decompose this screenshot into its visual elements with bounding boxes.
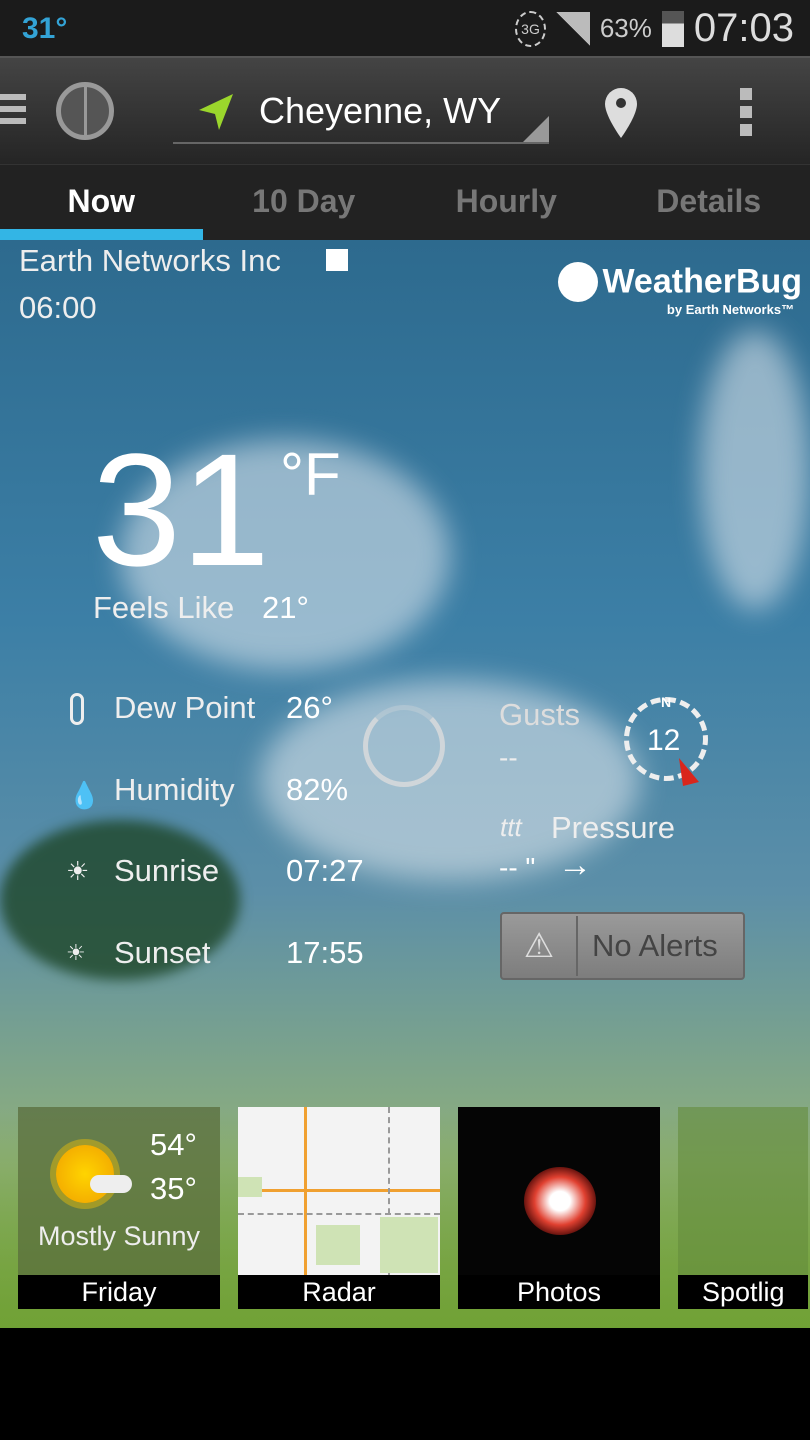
- wind-compass: N 12: [624, 694, 708, 786]
- overflow-menu-icon[interactable]: [740, 88, 752, 136]
- battery-icon: [661, 10, 684, 47]
- stat-value: 26°: [286, 690, 333, 725]
- loading-spinner: [363, 705, 445, 787]
- weatherbug-brand-logo: WeatherBug by Earth Networks™: [558, 262, 802, 317]
- photo-thumbnail: [524, 1167, 596, 1235]
- brand-name: WeatherBug: [602, 262, 803, 301]
- tile-spotlight[interactable]: Spotlig: [678, 1107, 808, 1309]
- tab-10-day[interactable]: 10 Day: [203, 165, 406, 240]
- stat-value: 82%: [286, 772, 349, 807]
- tile-forecast[interactable]: 54° 35° Mostly Sunny Friday: [18, 1107, 220, 1309]
- status-temperature: 31°: [22, 12, 68, 45]
- stat-label: Sunrise: [114, 853, 220, 888]
- location-name: Cheyenne, WY: [259, 90, 502, 131]
- cloud-icon: [90, 1175, 132, 1193]
- forecast-high: 54°: [150, 1127, 197, 1162]
- temperature-unit: °F: [280, 441, 341, 508]
- tab-hourly[interactable]: Hourly: [405, 165, 608, 240]
- tab-now[interactable]: Now: [0, 165, 203, 240]
- compass-north: N: [661, 694, 672, 710]
- status-bar: 31° 3G 63% 07:03: [0, 0, 810, 56]
- gusts-value: --: [499, 742, 518, 773]
- forecast-low: 35°: [150, 1171, 197, 1206]
- map-pin-icon[interactable]: [604, 88, 638, 138]
- tile-caption: Spotlig: [678, 1275, 808, 1309]
- tile-caption: Radar: [238, 1275, 440, 1309]
- signal-icon: [555, 11, 590, 46]
- forecast-condition: Mostly Sunny: [37, 1221, 201, 1251]
- thermometer-icon: [70, 693, 84, 725]
- sunrise-icon: ☀: [66, 856, 90, 886]
- data-source[interactable]: Earth Networks Inc: [19, 243, 281, 279]
- observation-time: 06:00: [19, 290, 97, 325]
- feels-like-label: Feels Like: [93, 590, 235, 625]
- pressure-trend-arrow-icon: →: [558, 846, 592, 884]
- pressure-label: Pressure: [551, 810, 676, 845]
- battery-percent: 63%: [599, 13, 652, 43]
- alerts-button[interactable]: ⚠ No Alerts: [500, 912, 745, 980]
- pressure-value: -- ": [499, 852, 536, 883]
- mostly-sunny-icon: [56, 1145, 114, 1203]
- stat-label: Humidity: [114, 772, 235, 807]
- wind-speed: 12: [647, 724, 681, 757]
- gusts-label: Gusts: [499, 697, 580, 732]
- droplet-icon: 💧: [68, 780, 101, 810]
- feels-like-value: 21°: [262, 590, 309, 625]
- tile-caption: Photos: [458, 1275, 660, 1309]
- app-bar: Cheyenne, WY: [0, 56, 810, 164]
- network-3g-icon: 3G: [515, 10, 546, 47]
- tab-details[interactable]: Details: [608, 165, 810, 240]
- sunset-icon: ☀: [66, 940, 86, 965]
- current-temperature: 31: [92, 420, 270, 599]
- clock: 07:03: [693, 6, 794, 50]
- alerts-label: No Alerts: [592, 928, 718, 963]
- location-arrow-icon: [199, 94, 233, 130]
- stat-value: 17:55: [286, 935, 364, 970]
- weatherbug-logo-icon[interactable]: [56, 82, 114, 140]
- stat-value: 07:27: [286, 853, 364, 888]
- feature-tiles: 54° 35° Mostly Sunny Friday Radar Photos…: [18, 1107, 808, 1309]
- wind-direction-arrow-icon: [679, 758, 699, 786]
- tile-photos[interactable]: Photos: [458, 1107, 660, 1309]
- stat-label: Dew Point: [114, 690, 256, 725]
- tile-caption: Friday: [18, 1275, 220, 1309]
- tab-bar: Now 10 Day Hourly Details: [0, 164, 810, 240]
- rss-icon[interactable]: [326, 249, 348, 271]
- warning-icon: ⚠: [502, 916, 578, 976]
- tile-radar[interactable]: Radar: [238, 1107, 440, 1309]
- pressure-icon: ttt: [500, 812, 522, 842]
- stat-label: Sunset: [114, 935, 211, 970]
- menu-icon[interactable]: [0, 94, 26, 124]
- location-dropdown[interactable]: Cheyenne, WY: [173, 78, 549, 144]
- dropdown-corner-icon: [523, 116, 549, 142]
